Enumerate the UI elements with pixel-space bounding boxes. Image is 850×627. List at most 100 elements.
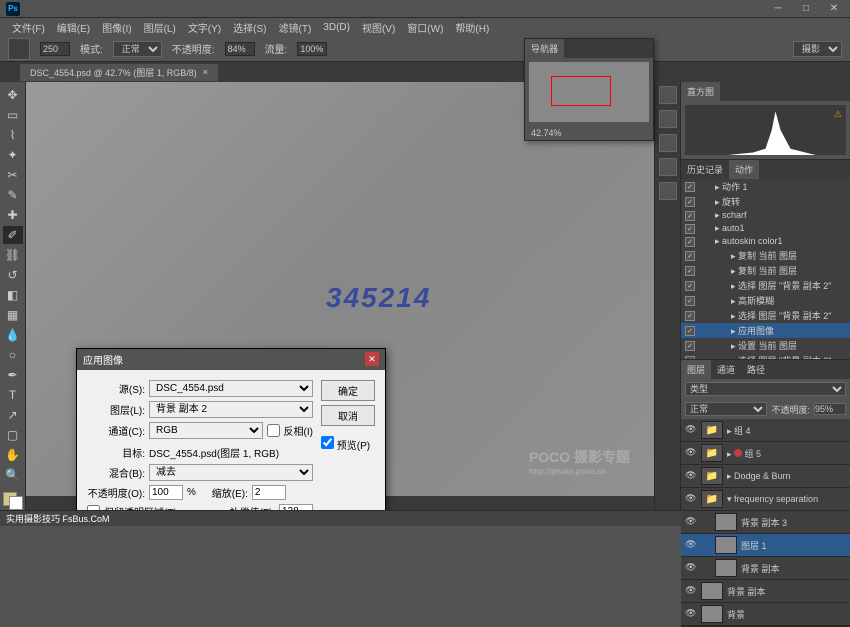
gradient-tool[interactable]: ▦ [3, 306, 23, 324]
layer-row[interactable]: 👁📁▸ Dodge & Burn [681, 465, 850, 488]
navigator-tab[interactable]: 导航器 [525, 39, 564, 58]
dock-icon[interactable] [659, 158, 677, 176]
eraser-tool[interactable]: ◧ [3, 286, 23, 304]
action-row[interactable]: ✓▸ 复制 当前 图层 [681, 248, 850, 263]
menu-item[interactable]: 窗口(W) [403, 20, 447, 35]
menu-item[interactable]: 选择(S) [229, 20, 270, 35]
action-row[interactable]: ✓▸ 应用图像 [681, 323, 850, 338]
brush-preview[interactable] [8, 38, 30, 60]
menu-item[interactable]: 图像(I) [98, 20, 135, 35]
workspace-select[interactable]: 摄影 [793, 41, 842, 57]
action-row[interactable]: ✓▸ 复制 当前 图层 [681, 263, 850, 278]
ok-button[interactable]: 确定 [321, 380, 375, 401]
navigator-zoom[interactable]: 42.74% [525, 126, 653, 140]
layer-filter-select[interactable]: 类型 [685, 382, 846, 396]
action-row[interactable]: ✓▸ 动作 1 [681, 179, 850, 194]
preview-checkbox[interactable] [321, 436, 334, 449]
crop-tool[interactable]: ✂ [3, 166, 23, 184]
navigator-preview[interactable] [529, 62, 649, 122]
type-tool[interactable]: T [3, 386, 23, 404]
channels-tab[interactable]: 通道 [711, 360, 741, 379]
wand-tool[interactable]: ✦ [3, 146, 23, 164]
layer-opacity-label: 不透明度: [771, 403, 810, 416]
cancel-button[interactable]: 取消 [321, 405, 375, 426]
dock-icon[interactable] [659, 182, 677, 200]
minimize-button[interactable]: ─ [768, 2, 788, 16]
color-swatches[interactable] [3, 492, 23, 510]
layer-row[interactable]: 👁📁▸ 组 4 [681, 419, 850, 442]
menu-item[interactable]: 3D(D) [319, 22, 354, 33]
dodge-tool[interactable]: ○ [3, 346, 23, 364]
eyedropper-tool[interactable]: ✎ [3, 186, 23, 204]
dock-icon[interactable] [659, 110, 677, 128]
menu-item[interactable]: 文字(Y) [184, 20, 225, 35]
flow-input[interactable] [297, 42, 327, 56]
action-row[interactable]: ✓▸ 高斯模糊 [681, 293, 850, 308]
stamp-tool[interactable]: ⛓ [3, 246, 23, 264]
invert-checkbox[interactable] [267, 424, 280, 437]
shape-tool[interactable]: ▢ [3, 426, 23, 444]
marquee-tool[interactable]: ▭ [3, 106, 23, 124]
menu-item[interactable]: 文件(F) [8, 20, 49, 35]
action-row[interactable]: ✓▸ 选择 图层 "背景 副本 2" [681, 308, 850, 323]
layer-row[interactable]: 👁背景 副本 [681, 580, 850, 603]
opacity-input[interactable] [225, 42, 255, 56]
layer-row[interactable]: 👁图层 1 [681, 534, 850, 557]
action-row[interactable]: ✓▸ autoskin color1 [681, 235, 850, 248]
dock-icon[interactable] [659, 86, 677, 104]
layers-tab[interactable]: 图层 [681, 360, 711, 379]
layer-row[interactable]: 👁背景 副本 3 [681, 511, 850, 534]
action-row[interactable]: ✓▸ 设置 当前 图层 [681, 338, 850, 353]
menu-item[interactable]: 帮助(H) [451, 20, 493, 35]
action-row[interactable]: ✓▸ auto1 [681, 222, 850, 235]
action-row[interactable]: ✓▸ 选择 图层 "背景 副本 2" [681, 278, 850, 293]
navigator-panel[interactable]: 导航器 42.74% [524, 38, 654, 141]
source-select[interactable]: DSC_4554.psd [149, 380, 313, 397]
menu-item[interactable]: 视图(V) [358, 20, 399, 35]
histogram-tab[interactable]: 直方图 [681, 82, 720, 101]
preserve-checkbox[interactable] [87, 505, 100, 510]
action-row[interactable]: ✓▸ 旋转 [681, 194, 850, 209]
blend-mode-select[interactable]: 正常 [113, 41, 162, 57]
brush-size-input[interactable] [40, 42, 70, 56]
action-row[interactable]: ✓▸ scharf [681, 209, 850, 222]
dock-icon[interactable] [659, 134, 677, 152]
layer-row[interactable]: 👁背景 [681, 603, 850, 626]
menu-item[interactable]: 编辑(E) [53, 20, 94, 35]
warning-icon[interactable]: ⚠ [834, 109, 842, 120]
history-brush-tool[interactable]: ↺ [3, 266, 23, 284]
heal-tool[interactable]: ✚ [3, 206, 23, 224]
layer-row[interactable]: 👁📁▾ frequency separation [681, 488, 850, 511]
dialog-close-button[interactable]: ✕ [365, 352, 379, 366]
offset-input[interactable] [279, 504, 313, 510]
zoom-tool[interactable]: 🔍 [3, 466, 23, 484]
layer-blend-select[interactable]: 正常 [685, 402, 767, 416]
move-tool[interactable]: ✥ [3, 86, 23, 104]
close-button[interactable]: ✕ [824, 2, 844, 16]
layer-row[interactable]: 👁背景 副本 [681, 557, 850, 580]
path-tool[interactable]: ↗ [3, 406, 23, 424]
layer-select[interactable]: 背景 副本 2 [149, 401, 313, 418]
navigator-viewport[interactable] [551, 76, 611, 106]
action-row[interactable]: ✓▸ 选择 图层 "背景 副本 2" [681, 353, 850, 359]
channel-select[interactable]: RGB [149, 422, 263, 439]
paths-tab[interactable]: 路径 [741, 360, 771, 379]
menu-item[interactable]: 图层(L) [140, 20, 180, 35]
layer-opacity-input[interactable] [814, 403, 846, 415]
blur-tool[interactable]: 💧 [3, 326, 23, 344]
blend-select[interactable]: 减去 [149, 464, 313, 481]
history-tab[interactable]: 历史记录 [681, 160, 729, 179]
pen-tool[interactable]: ✒ [3, 366, 23, 384]
background-swatch[interactable] [9, 496, 23, 510]
brush-tool[interactable]: ✐ [3, 226, 23, 244]
maximize-button[interactable]: □ [796, 2, 816, 16]
dlg-opacity-input[interactable] [149, 485, 183, 500]
scale-input[interactable] [252, 485, 286, 500]
menu-item[interactable]: 滤镜(T) [275, 20, 316, 35]
lasso-tool[interactable]: ⌇ [3, 126, 23, 144]
hand-tool[interactable]: ✋ [3, 446, 23, 464]
close-tab-icon[interactable]: × [203, 67, 208, 77]
layer-row[interactable]: 👁📁▸ 组 5 [681, 442, 850, 465]
actions-tab[interactable]: 动作 [729, 160, 759, 179]
document-tab[interactable]: DSC_4554.psd @ 42.7% (图层 1, RGB/8) × [20, 64, 218, 81]
